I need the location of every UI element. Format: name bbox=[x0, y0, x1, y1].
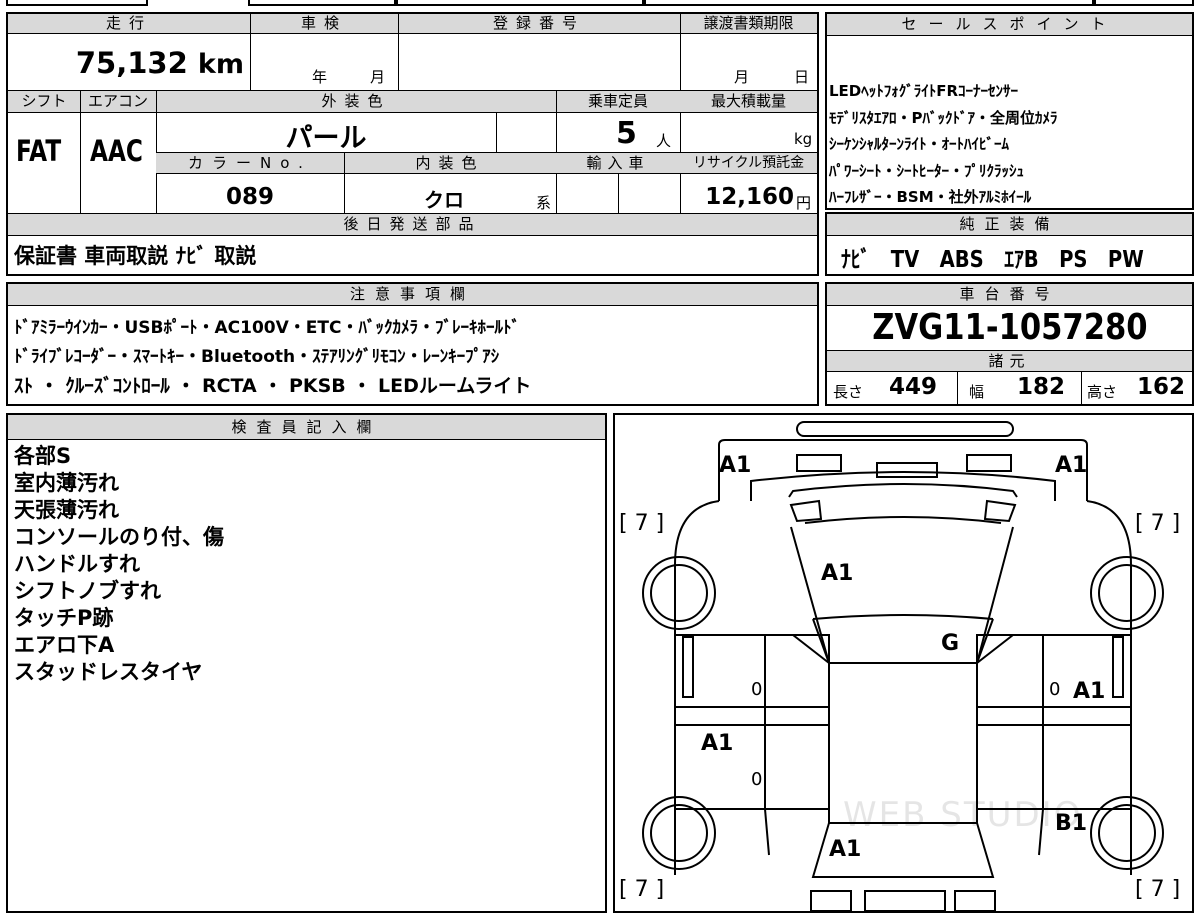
equipment-item: ｴｱB bbox=[1004, 247, 1039, 273]
mark-right-front-door: A1 bbox=[1073, 679, 1106, 704]
tire-right-top: [ 7 ] bbox=[1135, 511, 1181, 536]
note-line: ｽﾄ ・ ｸﾙｰｽﾞｺﾝﾄﾛｰﾙ ・ RCTA ・ PKSB ・ LEDルームラ… bbox=[14, 375, 532, 397]
max-load-label: 最大積載量 bbox=[710, 92, 786, 110]
inspector-line: タッチP跡 bbox=[14, 606, 114, 630]
mark-left-rear-door-zero: 0 bbox=[751, 769, 763, 790]
mark-right-front-door-zero: 0 bbox=[1049, 679, 1061, 700]
mark-left-rear-door: A1 bbox=[701, 731, 734, 756]
inspector-line: コンソールのり付、傷 bbox=[14, 525, 224, 549]
registration-label: 登録番号 bbox=[492, 14, 585, 32]
notes-panel: 注意事項欄 ﾄﾞｱﾐﾗｰｳｲﾝｶｰ・USBﾎﾟｰﾄ・AC100V・ETC・ﾊﾞｯ… bbox=[6, 282, 819, 406]
import-label: 輸入車 bbox=[586, 154, 650, 172]
mark-roof: G bbox=[941, 631, 960, 656]
tire-left-bottom: [ 7 ] bbox=[619, 877, 665, 902]
exterior-color-value: パール bbox=[285, 123, 367, 154]
inspector-line: 天張薄汚れ bbox=[14, 498, 119, 522]
inspector-panel: 検査員記入欄 各部S 室内薄汚れ 天張薄汚れ コンソールのり付、傷 ハンドルすれ… bbox=[6, 413, 607, 913]
mark-rear: A1 bbox=[829, 837, 862, 862]
tire-right-bottom: [ 7 ] bbox=[1135, 877, 1181, 902]
sales-point-line: ﾓﾃﾞﾘｽﾀｴｱﾛ・Pﾊﾞｯｸﾄﾞｱ・全周位ｶﾒﾗ bbox=[829, 108, 1058, 127]
interior-color-value: クロ bbox=[424, 188, 464, 212]
factory-equipment-title: 純正装備 bbox=[827, 214, 1192, 236]
vehicle-info-table: 走行 車検 登録番号 譲渡書類期限 75,132 km 年 月 月 日 シフト … bbox=[6, 12, 819, 276]
width-label: 幅 bbox=[969, 383, 985, 401]
transfer-label: 譲渡書類期限 bbox=[703, 14, 794, 32]
note-line: ﾄﾞｱﾐﾗｰｳｲﾝｶｰ・USBﾎﾟｰﾄ・AC100V・ETC・ﾊﾞｯｸｶﾒﾗ・ﾌ… bbox=[14, 318, 520, 338]
notes-title: 注意事項欄 bbox=[8, 284, 817, 306]
shift-value: FAT bbox=[15, 134, 61, 168]
color-no-label: カラーNo. bbox=[188, 154, 312, 172]
equipment-item: PS bbox=[1059, 247, 1088, 273]
interior-color-label: 内装色 bbox=[415, 154, 485, 172]
recycle-label: リサイクル預託金 bbox=[692, 155, 805, 171]
length-label: 長さ bbox=[833, 383, 864, 401]
equipment-item: TV bbox=[890, 247, 920, 273]
chassis-panel: 車台番号 ZVG11-1057280 諸元 長さ 449 幅 182 高さ 16… bbox=[825, 282, 1194, 406]
car-outline-svg bbox=[642, 421, 1164, 911]
inspector-line: エアロ下A bbox=[14, 633, 115, 657]
later-parts-title: 後日発送部品 bbox=[8, 214, 817, 236]
inspector-notes: 各部S 室内薄汚れ 天張薄汚れ コンソールのり付、傷 ハンドルすれ シフトノブす… bbox=[14, 443, 224, 686]
inspector-line: シフトノブすれ bbox=[14, 579, 161, 603]
ac-value: AAC bbox=[90, 134, 143, 168]
later-parts-value: 保証書 車両取説 ﾅﾋﾞ 取説 bbox=[14, 244, 257, 268]
mark-front-right: A1 bbox=[1055, 453, 1088, 478]
specs-title: 諸元 bbox=[827, 351, 1192, 372]
watermark: WEB STUDIO bbox=[843, 795, 1083, 835]
sales-point-line: ﾊｰﾌﾚｻﾞｰ・BSM・社外ｱﾙﾐﾎｲｰﾙ bbox=[829, 188, 1032, 206]
transfer-day-unit: 日 bbox=[794, 68, 810, 86]
sales-point-line: ﾊﾟﾜｰｼｰﾄ・ｼｰﾄﾋｰﾀｰ・ﾌﾟﾘｸﾗｯｼｭ bbox=[829, 161, 1025, 180]
capacity-unit: 人 bbox=[656, 132, 672, 150]
inspection-year-unit: 年 bbox=[312, 68, 328, 86]
height-label: 高さ bbox=[1087, 383, 1118, 401]
notes-list: ﾄﾞｱﾐﾗｰｳｲﾝｶｰ・USBﾎﾟｰﾄ・AC100V・ETC・ﾊﾞｯｸｶﾒﾗ・ﾌ… bbox=[14, 314, 531, 401]
chassis-title: 車台番号 bbox=[827, 284, 1192, 306]
inspector-line: スタッドレスタイヤ bbox=[14, 660, 203, 684]
inspector-line: 各部S bbox=[14, 444, 72, 468]
chassis-number: ZVG11-1057280 bbox=[871, 307, 1148, 348]
inspector-title: 検査員記入欄 bbox=[8, 415, 605, 440]
sales-points-list: LEDﾍｯﾄﾌｫｸﾞﾗｲﾄFRｺｰﾅｰｾﾝｻｰ ﾓﾃﾞﾘｽﾀｴｱﾛ・Pﾊﾞｯｸﾄ… bbox=[829, 78, 1058, 211]
color-no-value: 089 bbox=[225, 184, 274, 210]
transfer-month-unit: 月 bbox=[734, 68, 750, 86]
factory-equipment-panel: 純正装備 ﾅﾋﾞ TV ABS ｴｱB PS PW bbox=[825, 212, 1194, 276]
recycle-unit: 円 bbox=[796, 194, 812, 212]
mileage-label: 走行 bbox=[105, 14, 152, 32]
equipment-item: PW bbox=[1107, 247, 1144, 273]
capacity-label: 乗車定員 bbox=[587, 92, 648, 110]
car-damage-diagram: [ 7 ] [ 7 ] [ 7 ] [ 7 ] A1 A1 A1 G 0 0 A… bbox=[613, 413, 1194, 913]
sales-points-panel: セールスポイント LEDﾍｯﾄﾌｫｸﾞﾗｲﾄFRｺｰﾅｰｾﾝｻｰ ﾓﾃﾞﾘｽﾀｴ… bbox=[825, 12, 1194, 210]
height-value: 162 bbox=[1137, 374, 1186, 400]
equipment-item: ABS bbox=[939, 247, 984, 273]
ac-label: エアコン bbox=[87, 92, 148, 110]
mark-left-front-door-zero: 0 bbox=[751, 679, 763, 700]
length-value: 449 bbox=[889, 374, 938, 400]
sales-point-line: LEDﾍｯﾄﾌｫｸﾞﾗｲﾄFRｺｰﾅｰｾﾝｻｰ bbox=[829, 82, 1019, 100]
mark-front-left: A1 bbox=[719, 453, 752, 478]
note-line: ﾄﾞﾗｲﾌﾞﾚｺｰﾀﾞｰ・ｽﾏｰﾄｷｰ・Bluetooth・ｽﾃｱﾘﾝｸﾞﾘﾓｺ… bbox=[14, 347, 500, 367]
tire-left-top: [ 7 ] bbox=[619, 511, 665, 536]
sales-points-title: セールスポイント bbox=[827, 14, 1192, 36]
equipment-item: ﾅﾋﾞ bbox=[841, 247, 871, 273]
inspection-month-unit: 月 bbox=[370, 68, 386, 86]
recycle-fee-value: 12,160 bbox=[705, 184, 794, 210]
mileage-value: 75,132 km bbox=[75, 46, 244, 80]
factory-equipment-list: ﾅﾋﾞ TV ABS ｴｱB PS PW bbox=[841, 240, 1197, 274]
max-load-unit: kg bbox=[794, 130, 813, 148]
sales-point-line: ｼｰｹﾝｼｬﾙﾀｰﾝﾗｲﾄ・ｵｰﾄﾊｲﾋﾞｰﾑ bbox=[829, 135, 1010, 153]
capacity-value: 5 bbox=[616, 116, 637, 151]
interior-color-suffix: 系 bbox=[536, 194, 552, 212]
inspector-line: ハンドルすれ bbox=[14, 552, 140, 576]
width-value: 182 bbox=[1017, 374, 1066, 400]
shift-label: シフト bbox=[21, 92, 67, 110]
inspection-label: 車検 bbox=[300, 14, 347, 32]
exterior-color-label: 外装色 bbox=[321, 92, 391, 110]
inspector-line: 室内薄汚れ bbox=[14, 471, 119, 495]
mark-hood: A1 bbox=[821, 561, 854, 586]
